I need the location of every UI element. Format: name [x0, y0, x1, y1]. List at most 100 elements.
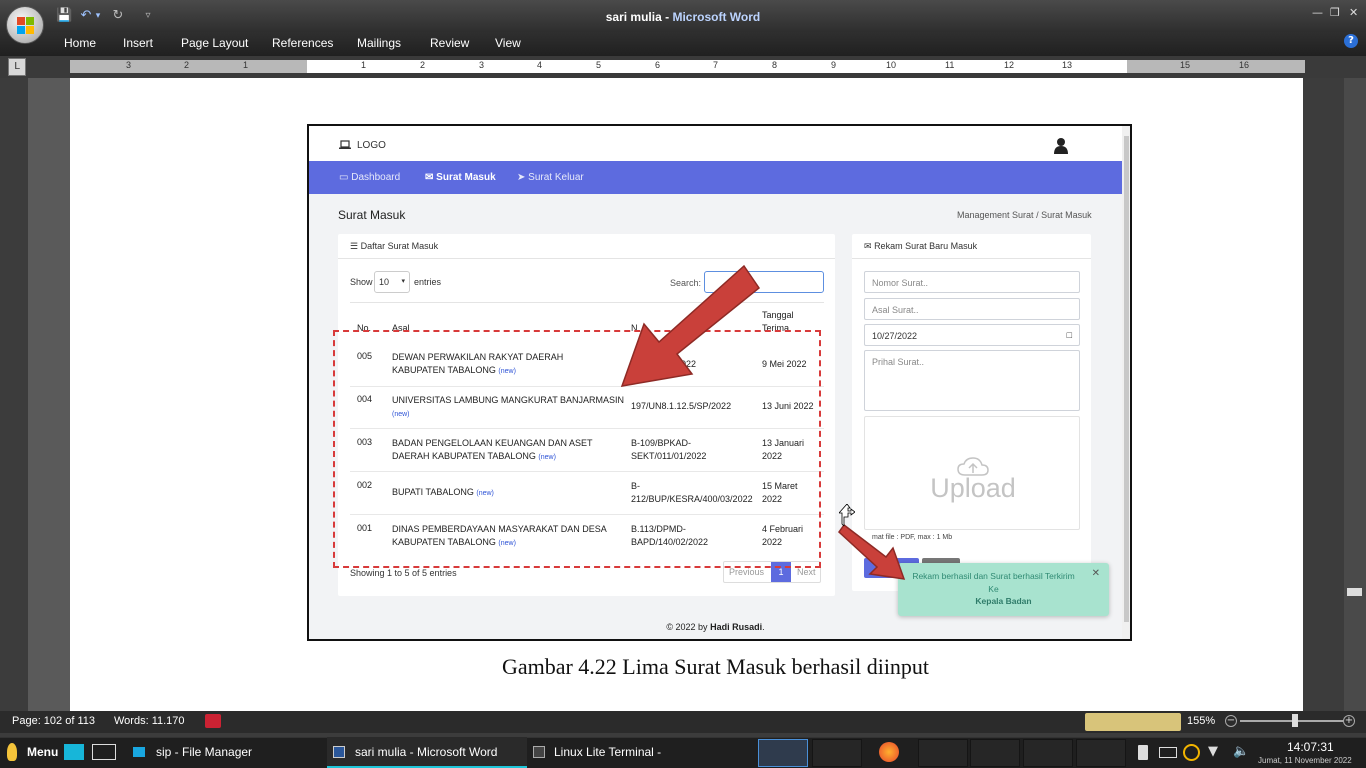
tab-references[interactable]: References [272, 36, 333, 50]
ruler-number: 15 [1180, 60, 1191, 70]
entries-label: entries [414, 277, 442, 287]
desktop-icon[interactable] [64, 744, 84, 760]
webapp-footer: © 2022 by Hadi Rusadi. [666, 622, 765, 632]
breadcrumb: Management Surat / Surat Masuk [957, 210, 1092, 220]
workspace-slot[interactable] [970, 739, 1020, 767]
document-name: sari mulia [605, 10, 662, 24]
clock-date: Jumat, 11 November 2022 [1258, 756, 1352, 765]
vertical-scrollbar[interactable] [1344, 78, 1366, 711]
proofing-icon[interactable] [205, 714, 221, 728]
ruler-number: 5 [596, 60, 602, 70]
ruler-number: 9 [831, 60, 837, 70]
ruler-number: 4 [537, 60, 543, 70]
terminal-icon [533, 746, 545, 758]
table-info: Showing 1 to 5 of 5 entries [350, 568, 457, 578]
word-count[interactable]: Words: 11.170 [114, 715, 185, 727]
scrollbar-thumb[interactable] [1347, 588, 1362, 596]
embedded-screenshot[interactable]: LOGO ▭ Dashboard ✉ Surat Masuk ➤ Surat K… [307, 124, 1132, 641]
laptop-icon [339, 140, 351, 149]
nav-surat-keluar[interactable]: ➤ Surat Keluar [517, 172, 584, 183]
workspace-slot[interactable] [1076, 739, 1126, 767]
title-separator: - [661, 10, 673, 24]
zoom-slider-thumb[interactable] [1292, 714, 1298, 727]
ruler-number: 12 [1004, 60, 1015, 70]
tab-review[interactable]: Review [430, 36, 469, 50]
zoom-out-icon[interactable]: − [1225, 715, 1237, 727]
ruler-number: 1 [361, 60, 367, 70]
ruler-number: 3 [479, 60, 485, 70]
monitor-icon: ▭ [339, 172, 349, 183]
nav-dashboard[interactable]: ▭ Dashboard [339, 172, 400, 183]
user-icon[interactable] [1054, 137, 1068, 154]
upload-dropzone[interactable]: Upload [864, 416, 1080, 530]
ruler-number: 10 [886, 60, 897, 70]
webapp-logo-text: LOGO [357, 140, 386, 151]
ruler-number: 7 [713, 60, 719, 70]
tab-page-layout[interactable]: Page Layout [181, 36, 248, 50]
help-icon[interactable]: ? [1344, 34, 1358, 48]
upload-label: Upload [930, 473, 1016, 503]
divider [852, 258, 1091, 259]
close-button[interactable]: ✕ [1349, 6, 1358, 19]
tab-stop-selector[interactable]: L [8, 58, 26, 76]
nomor-surat-input[interactable]: Nomor Surat.. [864, 271, 1080, 293]
toast-message: Rekam berhasil dan Surat berhasil Terkir… [912, 571, 1075, 594]
workspace-slot[interactable] [918, 739, 968, 767]
app-name: Microsoft Word [672, 10, 761, 24]
ruler-number: 11 [945, 60, 955, 70]
firefox-icon[interactable] [879, 742, 899, 762]
toast-recipient: Kepala Badan [975, 596, 1032, 606]
tab-insert[interactable]: Insert [123, 36, 153, 50]
workspace-1[interactable] [758, 739, 808, 767]
restore-button[interactable]: ❒ [1330, 6, 1340, 19]
minimize-button[interactable]: — [1312, 6, 1323, 19]
vertical-ruler-area [28, 78, 70, 711]
webapp-header [309, 126, 1122, 161]
start-menu-button[interactable]: Menu [27, 745, 58, 759]
office-button[interactable] [6, 6, 44, 44]
update-icon[interactable] [1183, 744, 1200, 761]
taskbar-word[interactable]: sari mulia - Microsoft Word [355, 745, 497, 759]
ruler-number: 3 [126, 60, 132, 70]
list-icon: ☰ [350, 241, 359, 251]
taskbar-terminal[interactable]: Linux Lite Terminal - [554, 745, 661, 759]
asal-surat-input[interactable]: Asal Surat.. [864, 298, 1080, 320]
webapp-scrollbar[interactable] [1122, 126, 1130, 639]
workspace-slot[interactable] [1023, 739, 1073, 767]
clock-time[interactable]: 14:07:31 [1287, 740, 1334, 754]
tab-home[interactable]: Home [64, 36, 96, 50]
breadcrumb-item[interactable]: Management Surat [957, 210, 1034, 220]
page-title: Surat Masuk [338, 208, 406, 222]
zoom-in-icon[interactable]: + [1343, 715, 1355, 727]
envelope-icon: ✉ [864, 241, 872, 251]
keyboard-icon[interactable] [92, 744, 116, 760]
volume-icon[interactable]: 🔈 [1233, 744, 1249, 760]
view-buttons[interactable] [1085, 713, 1181, 731]
red-arrow-icon [620, 264, 761, 387]
tab-mailings[interactable]: Mailings [357, 36, 401, 50]
office-logo-icon [17, 17, 34, 34]
network-icon[interactable]: ▼ [1208, 745, 1224, 759]
toast-close-icon[interactable]: ✕ [1092, 568, 1100, 579]
perihal-textarea[interactable]: Prihal Surat.. [864, 350, 1080, 411]
linux-lite-logo-icon [7, 743, 17, 761]
entries-select[interactable]: 10 ▾ [374, 271, 410, 293]
clipboard-icon[interactable] [1138, 745, 1148, 760]
tanggal-input[interactable]: 10/27/2022 □ [864, 324, 1080, 346]
card-title: ☰ Daftar Surat Masuk [350, 241, 439, 251]
workspace-2[interactable] [812, 739, 862, 767]
zoom-level[interactable]: 155% [1187, 715, 1215, 727]
horizontal-ruler[interactable]: 3 2 1 1 2 3 4 5 6 7 8 9 10 11 12 13 15 1… [70, 60, 1305, 73]
ruler-number: 1 [243, 60, 249, 70]
ruler-number: 2 [420, 60, 426, 70]
nav-surat-masuk[interactable]: ✉ Surat Masuk [425, 172, 496, 183]
next-button[interactable]: Next [797, 567, 816, 577]
folder-icon [133, 747, 145, 757]
tab-view[interactable]: View [495, 36, 521, 50]
page-count[interactable]: Page: 102 of 113 [12, 715, 95, 727]
keyboard-layout-icon[interactable] [1159, 747, 1177, 758]
ruler-number: 13 [1062, 60, 1073, 70]
taskbar-file-manager[interactable]: sip - File Manager [156, 745, 252, 759]
select-arrow-icon: ▾ [401, 278, 405, 285]
previous-button[interactable]: Previous [729, 567, 764, 577]
